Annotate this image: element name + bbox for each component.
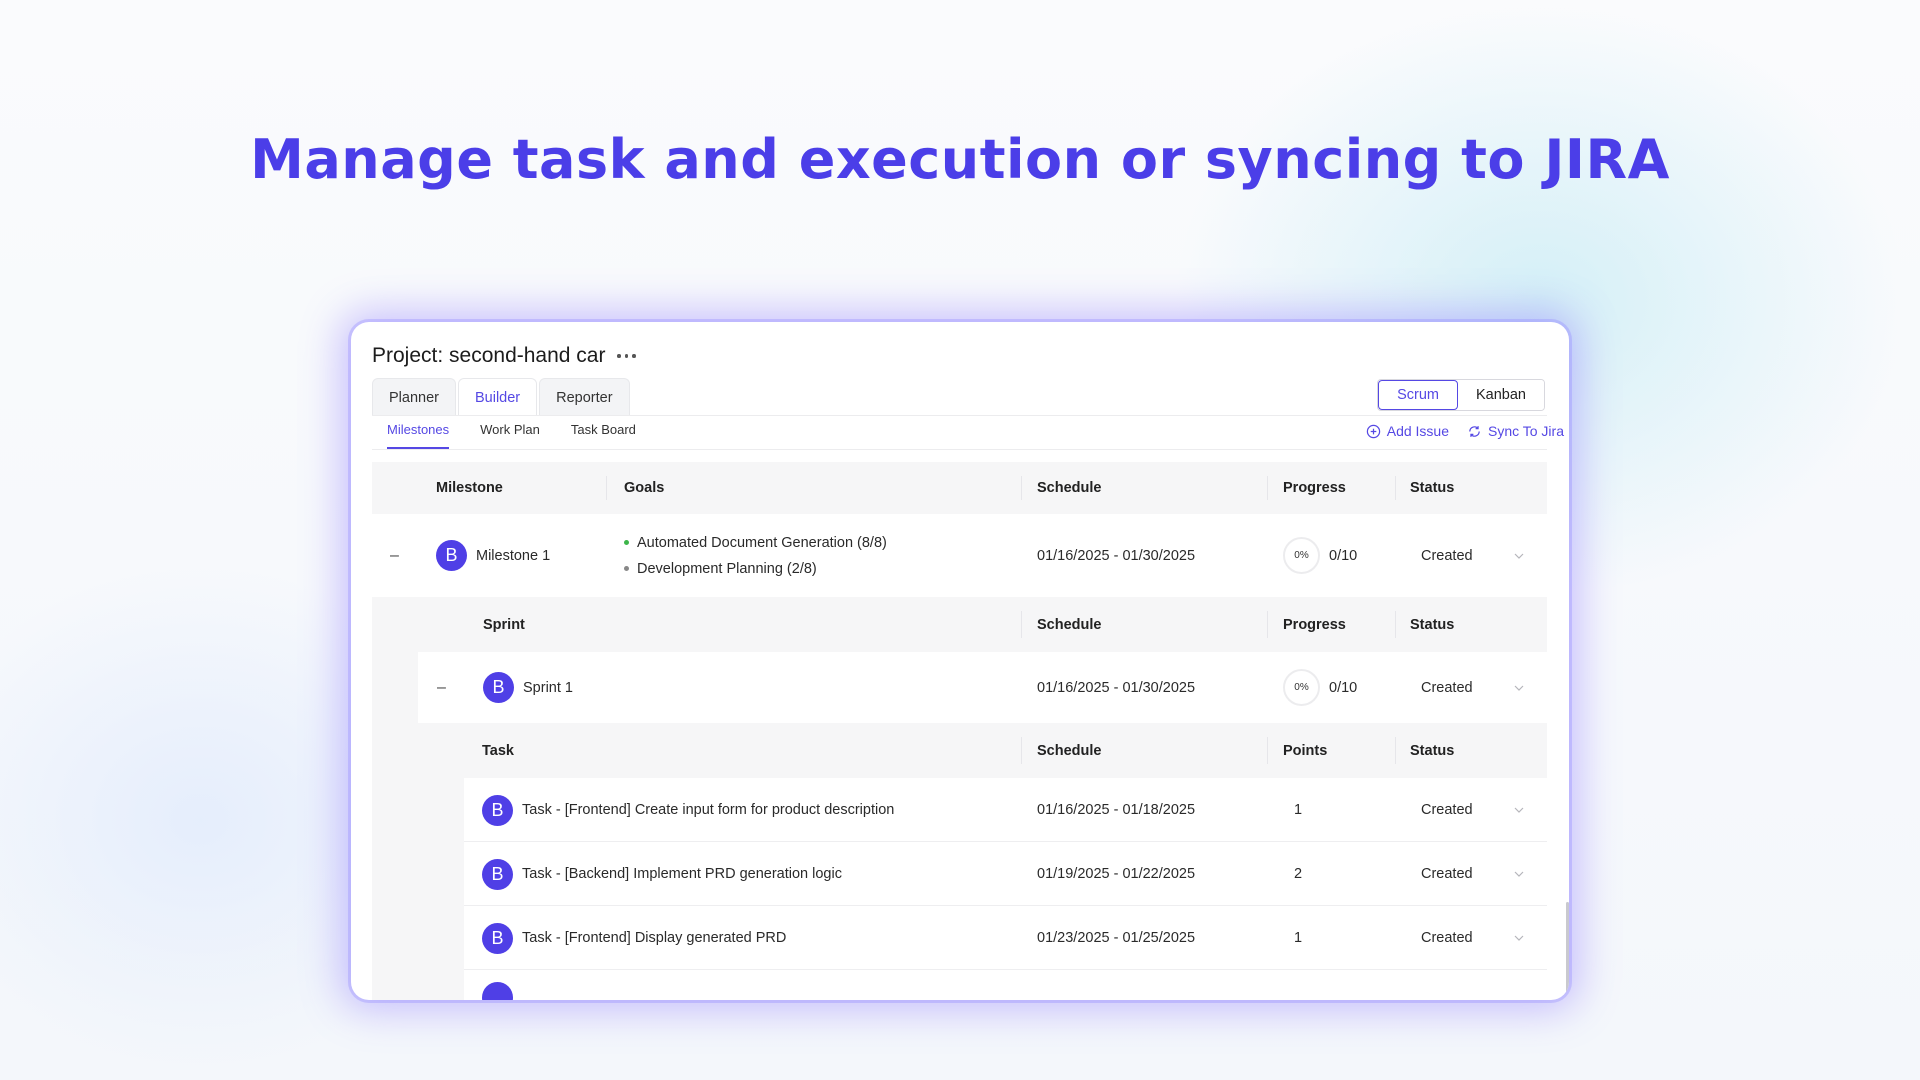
sync-jira-label: Sync To Jira [1488, 423, 1564, 439]
col-schedule: Schedule [1037, 480, 1102, 496]
status-label: Created [1421, 930, 1473, 946]
subtab-task-board[interactable]: Task Board [571, 422, 636, 447]
project-title-bar: Project: second-hand car [372, 344, 636, 368]
subtab-work-plan[interactable]: Work Plan [480, 422, 540, 447]
table-row[interactable] [372, 970, 1547, 1000]
task-schedule: 01/19/2025 - 01/22/2025 [1037, 866, 1196, 882]
project-card: Project: second-hand car Planner Builder… [351, 322, 1569, 1000]
progress-count: 0/10 [1329, 547, 1358, 564]
milestone-schedule: 01/16/2025 - 01/30/2025 [1037, 547, 1196, 564]
task-name[interactable]: Task - [Frontend] Display generated PRD [522, 930, 786, 946]
more-options-icon[interactable] [617, 354, 636, 358]
task-points: 2 [1294, 866, 1303, 882]
add-issue-label: Add Issue [1386, 423, 1449, 439]
sprint-progress: 0% 0/10 [1283, 652, 1357, 723]
task-schedule: 01/16/2025 - 01/18/2025 [1037, 802, 1196, 818]
task-points: 1 [1294, 802, 1303, 818]
col-sprint: Sprint [483, 616, 525, 633]
tab-planner[interactable]: Planner [372, 378, 456, 416]
chevron-down-icon[interactable] [1513, 932, 1525, 944]
subtabs-divider [372, 449, 1547, 450]
sprint-status[interactable]: Created [1421, 652, 1525, 723]
table-row[interactable]: B Task - [Frontend] Create input form fo… [372, 778, 1547, 842]
scrum-button[interactable]: Scrum [1378, 380, 1458, 410]
milestone-goals: Automated Document Generation (8/8) Deve… [624, 514, 887, 597]
goal-item: Development Planning (2/8) [624, 556, 817, 582]
task-status[interactable]: Created [1421, 906, 1525, 970]
milestone-name[interactable]: Milestone 1 [476, 548, 550, 564]
milestone-header-row: Milestone Goals Schedule Progress Status [372, 462, 1547, 514]
avatar: B [482, 922, 513, 954]
plus-circle-icon [1366, 424, 1380, 438]
col-points: Points [1283, 742, 1328, 759]
tabs-divider [372, 415, 1547, 416]
status-label: Created [1421, 547, 1473, 564]
avatar: B [482, 794, 513, 826]
goal-item: Automated Document Generation (8/8) [624, 530, 887, 556]
status-label: Created [1421, 679, 1473, 696]
milestone-row[interactable]: – B Milestone 1 Automated Document Gener… [372, 514, 1547, 597]
col-schedule: Schedule [1037, 742, 1102, 759]
chevron-down-icon[interactable] [1513, 682, 1525, 694]
chevron-down-icon[interactable] [1513, 804, 1525, 816]
col-goals: Goals [624, 480, 665, 496]
tab-builder[interactable]: Builder [457, 378, 538, 416]
col-progress: Progress [1283, 616, 1346, 633]
task-name[interactable]: Task - [Backend] Implement PRD generatio… [522, 866, 842, 882]
milestone-collapse-toggle[interactable]: – [390, 547, 399, 565]
progress-ring: 0% [1283, 669, 1320, 706]
avatar: B [483, 672, 514, 703]
scrollbar[interactable] [1566, 902, 1569, 1000]
sprint-schedule: 01/16/2025 - 01/30/2025 [1037, 679, 1196, 696]
task-header-row: Task Schedule Points Status [372, 723, 1547, 778]
table-row[interactable]: B Task - [Frontend] Display generated PR… [372, 906, 1547, 970]
headline: Manage task and execution or syncing to … [250, 128, 1670, 191]
sync-jira-button[interactable]: Sync To Jira [1467, 423, 1564, 439]
view-toggle: Scrum Kanban [1377, 379, 1545, 411]
col-status: Status [1410, 480, 1455, 496]
table-row[interactable]: B Task - [Backend] Implement PRD generat… [372, 842, 1547, 906]
col-progress: Progress [1283, 480, 1346, 496]
avatar: B [482, 858, 513, 890]
add-issue-button[interactable]: Add Issue [1366, 423, 1449, 439]
progress-ring: 0% [1283, 537, 1320, 574]
sprint-collapse-toggle[interactable]: – [437, 679, 446, 697]
project-title: Project: second-hand car [372, 344, 606, 367]
toolbar-actions: Add Issue Sync To Jira [1366, 423, 1564, 439]
task-points: 1 [1294, 930, 1303, 946]
status-label: Created [1421, 802, 1473, 818]
task-status[interactable]: Created [1421, 778, 1525, 842]
col-status: Status [1410, 742, 1455, 759]
status-label: Created [1421, 866, 1473, 882]
col-milestone: Milestone [436, 480, 503, 496]
sub-tabs: Milestones Work Plan Task Board [387, 422, 636, 449]
avatar [482, 982, 513, 1000]
chevron-down-icon[interactable] [1513, 868, 1525, 880]
sprint-header-row: Sprint Schedule Progress Status [372, 597, 1547, 652]
sync-icon [1469, 425, 1480, 437]
avatar: B [436, 540, 467, 571]
milestone-status[interactable]: Created [1421, 514, 1525, 597]
tab-reporter[interactable]: Reporter [539, 378, 630, 416]
kanban-button[interactable]: Kanban [1458, 380, 1544, 410]
chevron-down-icon[interactable] [1513, 550, 1525, 562]
task-name[interactable]: Task - [Frontend] Create input form for … [522, 802, 894, 818]
progress-count: 0/10 [1329, 679, 1358, 696]
col-status: Status [1410, 616, 1455, 633]
task-schedule: 01/23/2025 - 01/25/2025 [1037, 930, 1196, 946]
milestone-progress: 0% 0/10 [1283, 514, 1357, 597]
task-status[interactable]: Created [1421, 842, 1525, 906]
sprint-row[interactable]: – B Sprint 1 01/16/2025 - 01/30/2025 0% … [372, 652, 1547, 723]
subtab-milestones[interactable]: Milestones [387, 422, 450, 449]
col-schedule: Schedule [1037, 616, 1102, 633]
col-task: Task [482, 742, 514, 759]
main-tabs: Planner Builder Reporter [372, 378, 630, 416]
sprint-name[interactable]: Sprint 1 [523, 680, 573, 696]
